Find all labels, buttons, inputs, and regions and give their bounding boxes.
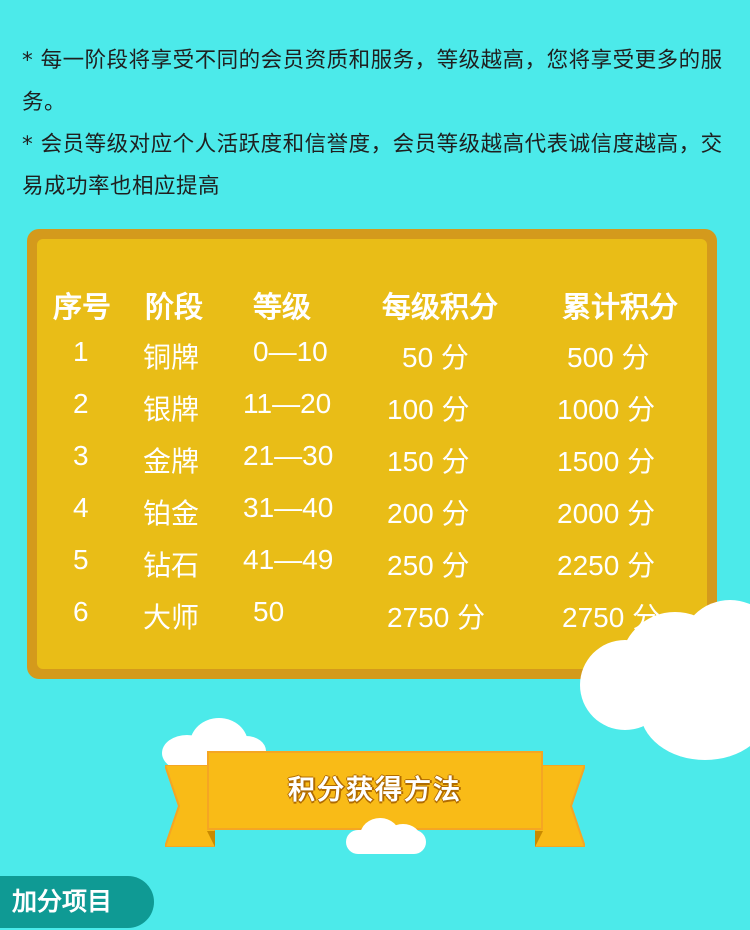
table-row-4-points: 200 分 <box>387 498 470 529</box>
table-row-2-stage: 银牌 <box>143 394 200 425</box>
table-row-6-level: 50 <box>253 596 285 627</box>
level-table-board: 序号 阶段 等级 每级积分 累计积分 1 铜牌 0—10 50 分 500 分 … <box>27 229 717 679</box>
table-row-1-level: 0—10 <box>253 336 328 367</box>
table-row-4-stage: 铂金 <box>143 498 200 529</box>
table-row-2-index: 2 <box>73 388 89 419</box>
table-row-5-total: 2250 分 <box>557 550 656 581</box>
banner-title: 积分获得方法 <box>288 775 462 806</box>
header-total-points: 累计积分 <box>562 292 679 324</box>
table-row-2-total: 1000 分 <box>557 394 656 425</box>
table-row-4-index: 4 <box>73 492 89 523</box>
table-row-3-total: 1500 分 <box>557 446 656 477</box>
table-row-1-total: 500 分 <box>567 342 650 373</box>
intro-line-2: * 会员等级对应个人活跃度和信誉度，会员等级越高代表诚信度越高，交易成功率也相应… <box>22 132 723 199</box>
table-row-5-index: 5 <box>73 544 89 575</box>
table-row-5-points: 250 分 <box>387 550 470 581</box>
level-table: 序号 阶段 等级 每级积分 累计积分 1 铜牌 0—10 50 分 500 分 … <box>37 239 707 669</box>
table-row-1-index: 1 <box>73 336 89 367</box>
table-row-6-index: 6 <box>73 596 89 627</box>
table-row-3-level: 21—30 <box>243 440 334 471</box>
header-index: 序号 <box>53 292 112 324</box>
intro-line-1: * 每一阶段将享受不同的会员资质和服务，等级越高，您将享受更多的服务。 <box>22 48 723 115</box>
table-row-2-points: 100 分 <box>387 394 470 425</box>
table-row-5-level: 41—49 <box>243 544 334 575</box>
table-row-4-total: 2000 分 <box>557 498 656 529</box>
intro-text: * 每一阶段将享受不同的会员资质和服务，等级越高，您将享受更多的服务。 * 会员… <box>22 40 732 208</box>
header-points-per-level: 每级积分 <box>382 292 499 324</box>
table-row-6-stage: 大师 <box>143 602 200 633</box>
table-row-3-points: 150 分 <box>387 446 470 477</box>
table-row-3-stage: 金牌 <box>143 446 200 477</box>
header-level: 等级 <box>253 292 312 324</box>
table-row-2-level: 11—20 <box>243 388 332 419</box>
table-row-3-index: 3 <box>73 440 89 471</box>
table-row-1-stage: 铜牌 <box>143 342 200 373</box>
table-row-6-points: 2750 分 <box>387 602 486 633</box>
table-row-1-points: 50 分 <box>402 342 469 373</box>
table-row-5-stage: 钻石 <box>143 550 200 581</box>
section-title-tag: 加分项目 <box>0 876 154 928</box>
table-row-4-level: 31—40 <box>243 492 334 523</box>
header-stage: 阶段 <box>145 292 204 324</box>
